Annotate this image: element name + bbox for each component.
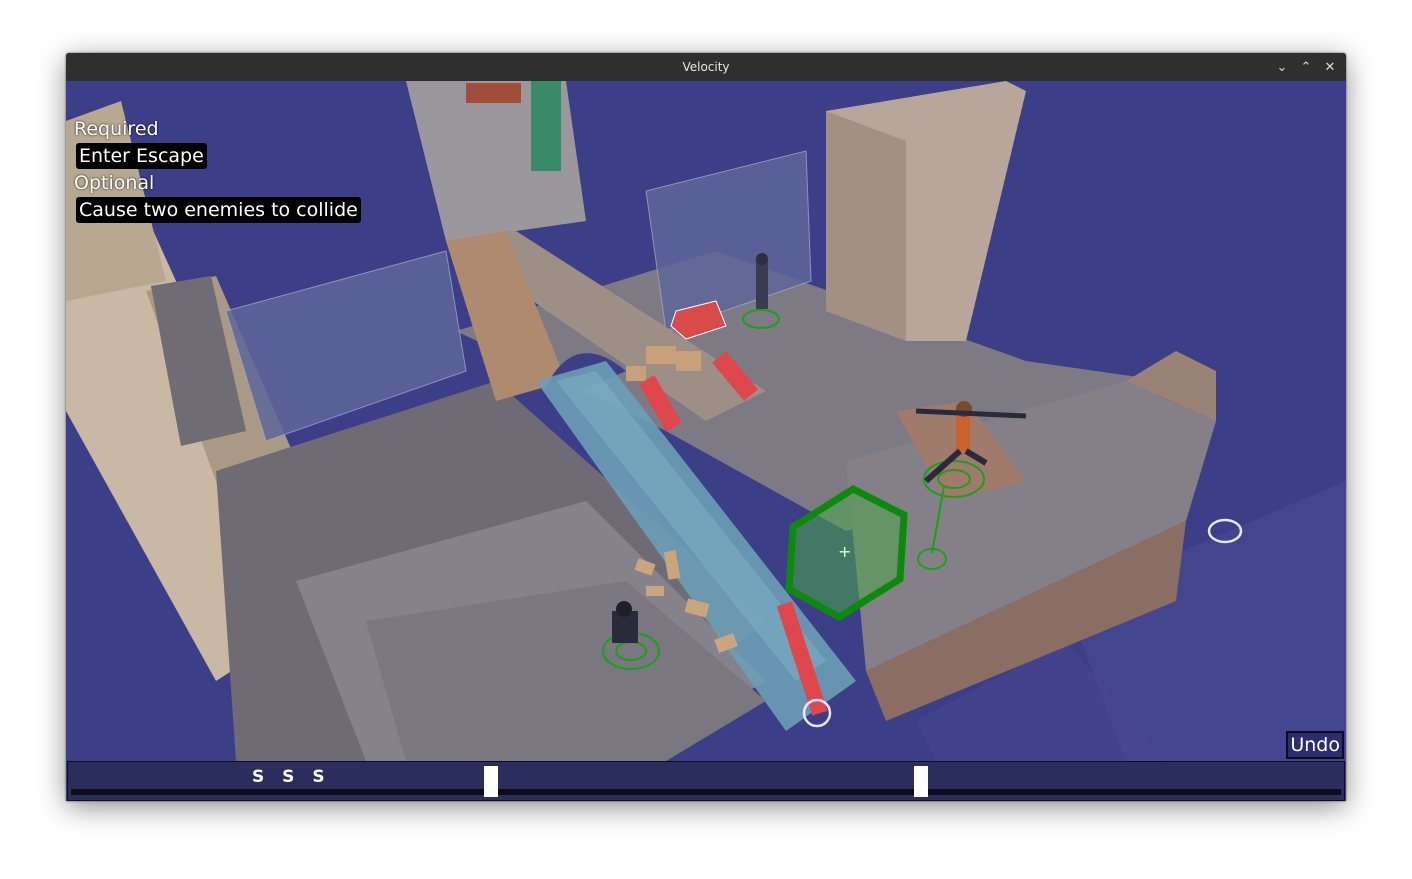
window-controls: ⌄ ⌃ ✕ — [1272, 57, 1340, 77]
timeline-track[interactable] — [71, 789, 1341, 795]
right-tower-side — [826, 111, 906, 341]
close-icon[interactable]: ✕ — [1320, 57, 1340, 77]
minimize-icon[interactable]: ⌄ — [1272, 57, 1292, 77]
timeline-marker[interactable] — [484, 766, 498, 797]
speed-indicator: S S S — [252, 767, 331, 787]
red-window — [466, 83, 521, 103]
window-title: Velocity — [682, 60, 730, 74]
timeline-bar[interactable]: S S S — [67, 761, 1345, 801]
title-bar[interactable]: Velocity ⌄ ⌃ ✕ — [66, 53, 1346, 81]
optional-heading: Optional — [74, 172, 155, 194]
timeline-marker[interactable] — [914, 766, 928, 797]
game-viewport[interactable]: + Required Enter Escape Optional Cause t… — [66, 81, 1346, 761]
maximize-icon[interactable]: ⌃ — [1296, 57, 1316, 77]
game-window: Velocity ⌄ ⌃ ✕ + Required Enter Escape O… — [66, 53, 1346, 801]
required-objective: Enter Escape — [76, 143, 207, 169]
objectives-panel: Required Enter Escape Optional Cause two… — [74, 115, 361, 223]
green-door — [531, 81, 561, 171]
target-crosshair: + — [838, 542, 851, 561]
undo-button[interactable]: Undo — [1286, 731, 1344, 759]
optional-objective: Cause two enemies to collide — [76, 197, 361, 223]
required-heading: Required — [74, 118, 159, 140]
